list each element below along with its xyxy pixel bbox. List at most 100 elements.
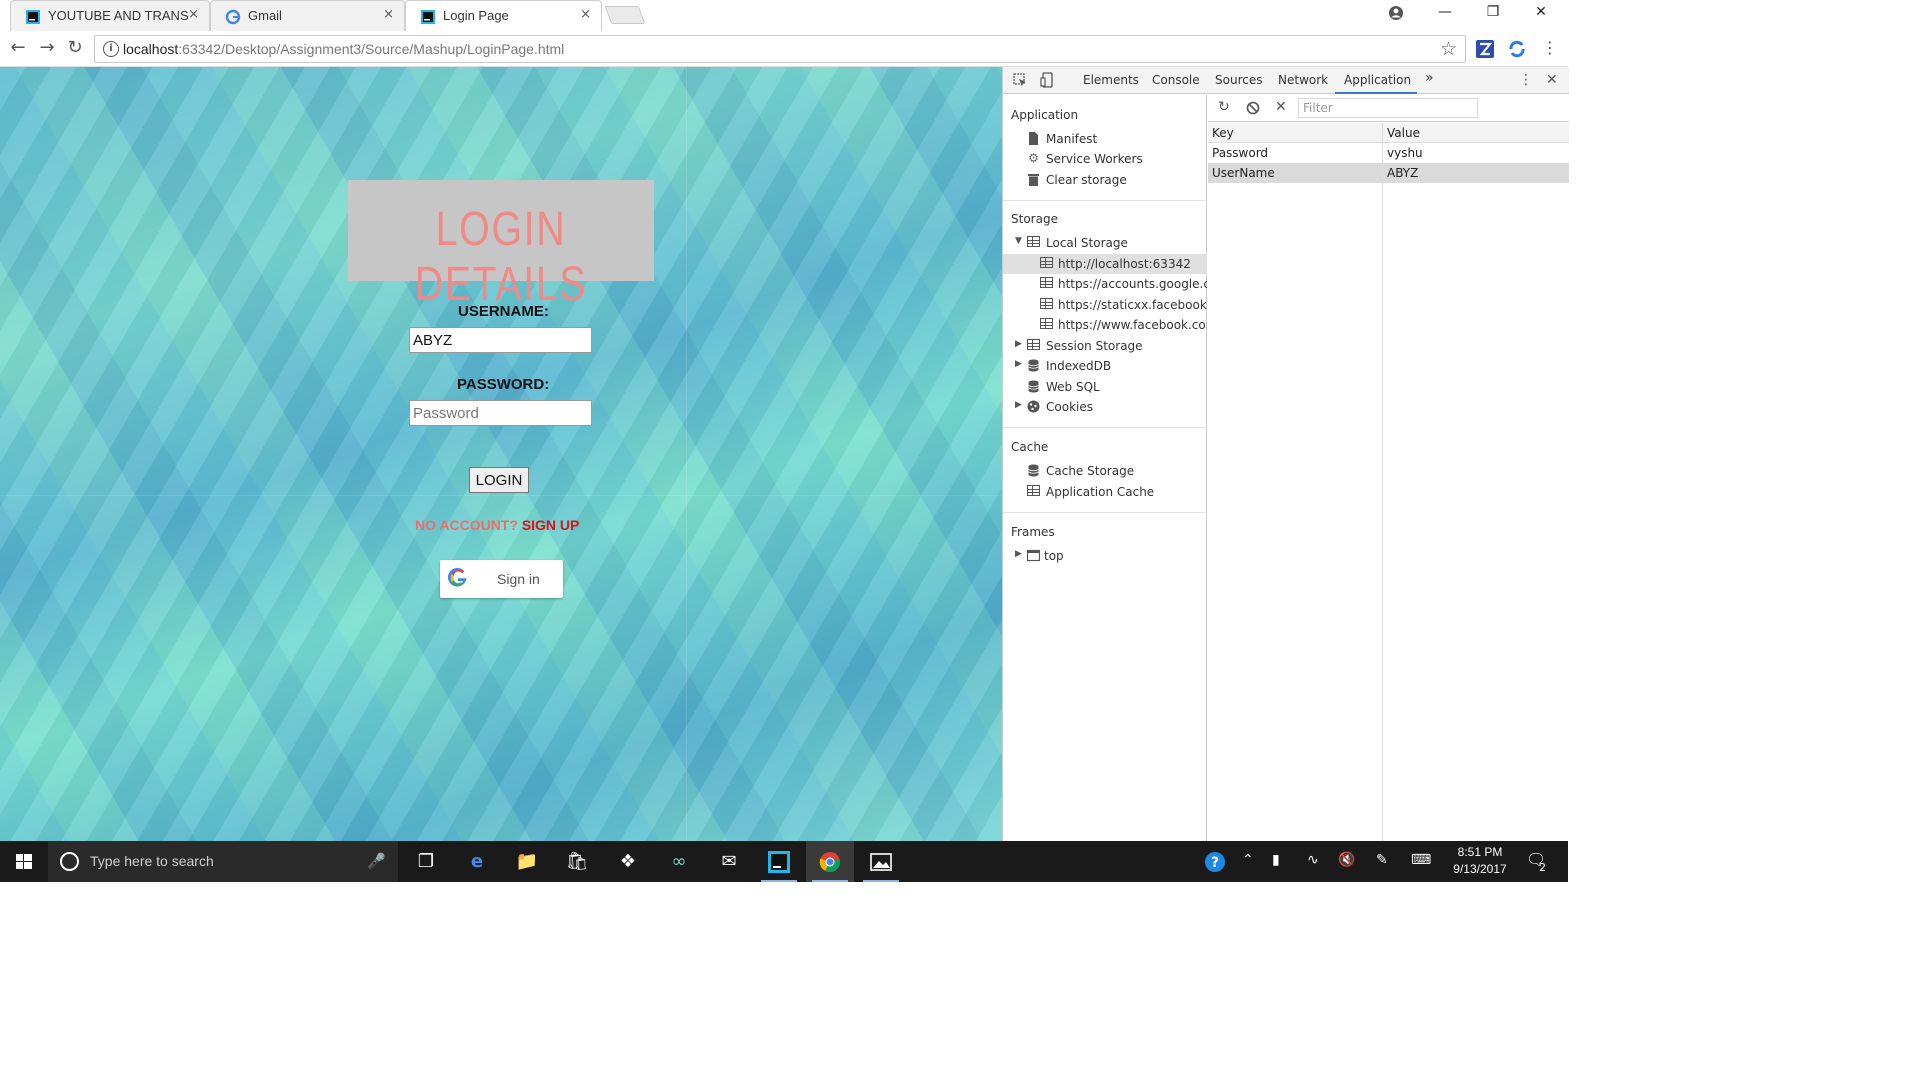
table-row[interactable]: Password vyshu — [1208, 143, 1569, 163]
column-divider — [1382, 123, 1383, 841]
tab-network[interactable]: Network — [1278, 73, 1328, 87]
close-tab-icon[interactable]: × — [383, 7, 394, 22]
section-storage-title: Storage — [1011, 212, 1058, 226]
gear-icon: ⚙ — [1028, 151, 1039, 165]
device-toolbar-icon[interactable] — [1040, 72, 1054, 88]
filter-input[interactable] — [1298, 98, 1478, 118]
google-signin-label: Sign in — [497, 571, 540, 587]
store-icon[interactable]: 🛍 — [553, 841, 601, 882]
task-view-icon[interactable]: ❐ — [402, 841, 450, 882]
url-text[interactable]: localhost:63342/Desktop/Assignment3/Sour… — [123, 41, 564, 57]
grid-icon — [1040, 298, 1053, 311]
expanded-triangle-icon[interactable]: ▼ — [1015, 236, 1022, 246]
sidebar-item-web-sql[interactable]: Web SQL — [1003, 377, 1207, 397]
tab-console[interactable]: Console — [1152, 73, 1200, 87]
sidebar-item-manifest[interactable]: Manifest — [1003, 129, 1207, 149]
delete-selected-icon[interactable]: ✕ — [1275, 99, 1287, 115]
chrome-icon[interactable] — [806, 841, 854, 882]
tab-sources[interactable]: Sources — [1215, 73, 1262, 87]
collapsed-triangle-icon[interactable]: ▶ — [1015, 400, 1022, 410]
window-close-icon[interactable]: ✕ — [1518, 4, 1564, 20]
menu-kebab-icon[interactable]: ⋮ — [1538, 37, 1562, 61]
column-header-key[interactable]: Key — [1212, 126, 1234, 140]
page-title: LOGIN DETAILS — [414, 203, 588, 311]
sidebar-item-origin-localhost[interactable]: http://localhost:63342 — [1003, 254, 1207, 274]
password-input[interactable] — [409, 400, 592, 426]
forward-arrow-icon[interactable]: → — [35, 37, 59, 61]
close-tab-icon[interactable]: × — [188, 7, 199, 22]
sidebar-item-cookies[interactable]: ▶ Cookies — [1003, 397, 1207, 417]
login-button[interactable]: LOGIN — [469, 467, 529, 493]
microphone-icon[interactable]: 🎤 — [367, 852, 386, 870]
database-icon — [1028, 359, 1039, 372]
volume-muted-icon[interactable]: 🔇 — [1338, 852, 1355, 868]
dropbox-icon[interactable]: ❖ — [604, 841, 652, 882]
reload-icon[interactable]: ↻ — [63, 37, 87, 61]
sync-extension-icon[interactable] — [1507, 39, 1527, 59]
tab-elements[interactable]: Elements — [1083, 73, 1139, 87]
battery-icon[interactable]: ▮ — [1272, 852, 1280, 868]
restore-icon[interactable]: ❐ — [1470, 4, 1516, 20]
more-tabs-icon[interactable]: » — [1425, 70, 1434, 86]
infinity-app-icon[interactable]: ∞ — [655, 841, 703, 882]
zotero-extension-icon[interactable] — [1476, 40, 1494, 58]
collapsed-triangle-icon[interactable]: ▶ — [1015, 549, 1022, 559]
close-tab-icon[interactable]: × — [580, 7, 591, 22]
mail-icon[interactable]: ✉ — [705, 841, 753, 882]
database-icon — [1028, 464, 1039, 477]
tab-youtube-translate[interactable]: YOUTUBE AND TRANSLA × — [10, 0, 210, 31]
sidebar-item-cache-storage[interactable]: Cache Storage — [1003, 461, 1207, 481]
file-explorer-icon[interactable]: 📁 — [503, 841, 551, 882]
sidebar-item-local-storage[interactable]: ▼ Local Storage — [1003, 233, 1207, 253]
webstorm-taskbar-icon[interactable] — [755, 841, 803, 882]
application-sidebar: Application Manifest ⚙ Service Workers C… — [1003, 95, 1207, 841]
sidebar-item-origin-www-facebook[interactable]: https://www.facebook.com — [1003, 315, 1207, 335]
sidebar-item-service-workers[interactable]: ⚙ Service Workers — [1003, 149, 1207, 169]
refresh-icon[interactable]: ↻ — [1218, 99, 1230, 115]
sidebar-item-clear-storage[interactable]: Clear storage — [1003, 170, 1207, 190]
sidebar-item-origin-accounts-google[interactable]: https://accounts.google.com — [1003, 274, 1207, 294]
column-header-value[interactable]: Value — [1387, 126, 1420, 140]
tab-title: Gmail — [248, 8, 282, 23]
minimize-icon[interactable]: — — [1422, 4, 1468, 20]
wifi-icon[interactable]: ∿ — [1307, 852, 1319, 868]
row-value: ABYZ — [1387, 166, 1419, 180]
devtools-close-icon[interactable]: ✕ — [1546, 72, 1558, 88]
new-tab-button[interactable] — [604, 6, 646, 24]
sidebar-item-frame-top[interactable]: ▶ top — [1003, 546, 1207, 566]
tab-login-page[interactable]: Login Page × — [405, 0, 602, 31]
pen-icon[interactable]: ✎ — [1376, 852, 1388, 868]
info-icon[interactable]: i — [103, 41, 119, 57]
row-value: vyshu — [1387, 146, 1423, 160]
tab-gmail[interactable]: Gmail × — [210, 0, 405, 31]
sidebar-item-origin-staticxx-facebook[interactable]: https://staticxx.facebook.com — [1003, 295, 1207, 315]
windows-start-icon[interactable] — [0, 841, 48, 882]
photos-icon[interactable] — [857, 841, 905, 882]
taskbar-clock[interactable]: 8:51 PM 9/13/2017 — [1440, 844, 1520, 878]
collapsed-triangle-icon[interactable]: ▶ — [1015, 359, 1022, 369]
google-signin-button[interactable]: Sign in — [440, 560, 563, 598]
devtools-menu-icon[interactable]: ⋮ — [1519, 72, 1533, 88]
help-icon[interactable]: ? — [1204, 851, 1226, 873]
username-input[interactable] — [409, 327, 592, 353]
edge-icon[interactable]: e — [453, 841, 501, 882]
show-hidden-icons-icon[interactable]: ⌃ — [1242, 852, 1254, 868]
keyboard-icon[interactable]: ⌨ — [1411, 852, 1431, 868]
bookmark-star-icon[interactable]: ☆ — [1440, 38, 1457, 60]
clear-all-icon[interactable] — [1246, 101, 1260, 115]
sidebar-item-session-storage[interactable]: ▶ Session Storage — [1003, 336, 1207, 356]
taskbar-search-box[interactable]: Type here to search 🎤 — [48, 841, 398, 882]
profile-icon[interactable] — [1388, 5, 1404, 21]
table-row[interactable]: UserName ABYZ — [1208, 163, 1569, 183]
address-bar[interactable]: i localhost:63342/Desktop/Assignment3/So… — [94, 35, 1466, 63]
windows-taskbar: Type here to search 🎤 ❐ e 📁 🛍 ❖ ∞ ✉ ? ⌃ … — [0, 841, 1568, 882]
grid-icon — [1027, 485, 1040, 498]
tab-application[interactable]: Application — [1344, 73, 1411, 87]
inspect-element-icon[interactable] — [1013, 73, 1027, 87]
collapsed-triangle-icon[interactable]: ▶ — [1015, 339, 1022, 349]
back-arrow-icon[interactable]: ← — [6, 37, 30, 61]
sidebar-item-application-cache[interactable]: Application Cache — [1003, 482, 1207, 502]
sidebar-item-indexeddb[interactable]: ▶ IndexedDB — [1003, 356, 1207, 376]
grid-icon — [1040, 318, 1053, 331]
sign-up-link[interactable]: SIGN UP — [522, 517, 580, 533]
